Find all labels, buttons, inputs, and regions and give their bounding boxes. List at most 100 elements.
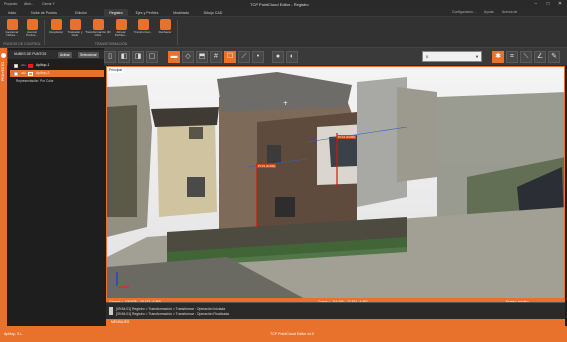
view-iso-icon[interactable]: ◇ <box>182 51 194 63</box>
transformacion-libre-label: Transformación 3D Libre <box>85 30 111 38</box>
company-label: Aplitop, S.L. <box>4 332 24 336</box>
quick-access-project[interactable]: Proyecto <box>4 2 17 7</box>
project-sidebar-strip[interactable]: PROYECTO <box>0 48 7 326</box>
transformacion-libre-button[interactable]: Transformación 3D Libre <box>85 19 111 41</box>
cloud-1-name: Apiltop-1 <box>36 63 50 67</box>
annotation-pt03[interactable]: Pt 03 (0.000) <box>257 164 277 168</box>
tab-inicio[interactable]: Inicio <box>4 9 20 17</box>
group-puntos-de-control: PUNTOS DE CONTROL <box>3 42 41 46</box>
asociar-puntos-button[interactable]: Asociar Puntos... <box>22 19 42 41</box>
view-back-icon[interactable]: ▢ <box>146 51 158 63</box>
about-link[interactable]: Acerca de <box>502 9 517 16</box>
messages-bar[interactable]: MENSAJES <box>106 319 565 326</box>
probe-icon[interactable]: ✎ <box>548 51 560 63</box>
grid-icon[interactable]: # <box>210 51 222 63</box>
log-scroll-icon[interactable] <box>109 307 113 315</box>
measure-line-icon[interactable]: ⟍ <box>520 51 532 63</box>
help-link[interactable]: Ayuda <box>484 9 494 16</box>
representation-row[interactable]: Representación: Por Color <box>16 78 102 85</box>
log-line: [09:54:01] Registro > Transformación > T… <box>116 312 229 316</box>
cloud-row-1[interactable]: obs Apiltop-1 <box>10 62 104 69</box>
zoom-combo-value: 0 <box>426 54 429 59</box>
message-log: [09:54:01] Registro > Transformación > T… <box>106 302 565 319</box>
title-bar: Proyecto Abrir... Cerrar Y TCP PointClou… <box>0 0 567 9</box>
cloud-manage-icon <box>6 19 18 30</box>
translate-rotate-icon <box>69 19 81 30</box>
view-left-icon[interactable]: ◧ <box>118 51 130 63</box>
undo-icon <box>159 19 171 30</box>
log-line: [09:54:01] Registro > Transformación > T… <box>116 307 226 311</box>
desplazar-button[interactable]: Desplazar <box>46 19 66 41</box>
cloud-2-name: Apiltop-2 <box>36 71 50 75</box>
seleccionar-button[interactable]: Seleccionar <box>78 51 99 58</box>
cloud-2-checkbox[interactable] <box>14 71 18 76</box>
app-version-label: TCP PointCloud Editor v4.0 <box>270 332 314 336</box>
chevron-down-icon: ▼ <box>475 54 479 59</box>
trasladar-girar-label: Trasladar y Girar <box>67 30 83 38</box>
render-settings-icon[interactable]: ✱ <box>492 51 504 63</box>
transformar-label: Transformar... <box>133 30 153 34</box>
tab-nube-de-puntos[interactable]: Nube de Puntos <box>26 9 62 17</box>
gestionar-nubes-button[interactable]: Gestionar Nubes... <box>2 19 22 41</box>
ribbon: Gestionar Nubes... Asociar Puntos... Des… <box>0 17 567 48</box>
transform-icon <box>137 19 149 30</box>
view-bottom-icon[interactable]: ▬ <box>168 51 180 63</box>
perspective-icon[interactable]: ⬒ <box>196 51 208 63</box>
viewport-label[interactable]: Principal <box>107 67 125 73</box>
gestionar-nubes-label: Gestionar Nubes... <box>5 30 19 38</box>
close-button[interactable]: ✕ <box>555 1 565 8</box>
measure-distance-icon[interactable]: ⟋ <box>238 51 250 63</box>
messages-label: MENSAJES <box>111 320 130 324</box>
minimize-button[interactable]: − <box>531 1 541 8</box>
ribbon-separator <box>177 20 178 45</box>
view-front-icon[interactable]: ▯ <box>104 51 116 63</box>
color-mode-icon[interactable]: ◐ <box>286 51 298 63</box>
app-statusbar: Aplitop, S.L. TCP PointCloud Editor v4.0 <box>0 326 567 342</box>
align-profiles-icon <box>115 19 127 30</box>
cloud-row-2[interactable]: obs Apiltop-2 <box>10 70 104 77</box>
desplazar-label: Desplazar <box>49 30 63 34</box>
tab-edicion[interactable]: Edición <box>70 9 92 17</box>
trasladar-girar-button[interactable]: Trasladar y Girar <box>65 19 85 41</box>
measure-angle-icon[interactable]: ∠ <box>534 51 546 63</box>
window-title: TCP PointCloud Editor - Registro <box>250 2 309 7</box>
cloud-1-prefix: obs <box>21 63 26 67</box>
measure-point-icon[interactable]: • <box>252 51 264 63</box>
maximize-button[interactable]: □ <box>543 1 553 8</box>
alinear-perfiles-label: Alinear Perfiles... <box>114 30 128 38</box>
panel-header: NUBES DE PUNTOS Activar Seleccionar <box>8 50 104 59</box>
panel-title: NUBES DE PUNTOS <box>14 52 47 56</box>
collapse-icon[interactable] <box>1 53 6 58</box>
ribbon-tabs: Inicio Nube de Puntos Edición Registro E… <box>0 9 567 17</box>
cloud-2-prefix: obs <box>21 71 26 75</box>
project-strip-label: PROYECTO <box>1 62 5 81</box>
point-cloud-render: + <box>107 67 564 298</box>
move-icon <box>50 19 62 30</box>
point-cloud-viewport[interactable]: + Pt 03 (0.000) Pt 04 (0.000) <box>106 66 565 299</box>
annotation-pt04[interactable]: Pt 04 (0.000) <box>337 135 357 139</box>
deshacer-button[interactable]: Deshacer <box>155 19 175 41</box>
cloud-1-checkbox[interactable] <box>14 63 18 68</box>
section-icon[interactable]: ⌗ <box>506 51 518 63</box>
tab-modelado[interactable]: Modelado <box>168 9 194 17</box>
point-size-icon[interactable]: ● <box>272 51 284 63</box>
associate-points-icon <box>26 19 38 30</box>
transformar-button[interactable]: Transformar... <box>131 19 155 41</box>
cloud-1-color-swatch[interactable] <box>28 63 33 68</box>
deshacer-label: Deshacer <box>158 30 172 34</box>
ribbon-separator <box>44 20 45 45</box>
tab-ejes-y-perfiles[interactable]: Ejes y Perfiles <box>130 9 164 17</box>
quick-access-open[interactable]: Abrir... <box>24 2 34 7</box>
clip-box-icon[interactable]: ☐ <box>224 51 236 63</box>
tab-registro[interactable]: Registro <box>104 9 128 17</box>
tab-dibujo-cad[interactable]: Dibujo CAD <box>200 9 226 17</box>
zoom-combo[interactable]: 0 ▼ <box>422 51 482 62</box>
quick-access-close[interactable]: Cerrar Y <box>42 2 55 7</box>
asociar-puntos-label: Asociar Puntos... <box>26 30 38 38</box>
alinear-perfiles-button[interactable]: Alinear Perfiles... <box>111 19 131 41</box>
activar-button[interactable]: Activar <box>58 51 72 58</box>
cloud-2-color-swatch[interactable] <box>28 71 33 76</box>
free-transform-icon <box>92 19 104 30</box>
view-right-icon[interactable]: ◨ <box>132 51 144 63</box>
settings-link[interactable]: Configuración... <box>452 9 476 16</box>
